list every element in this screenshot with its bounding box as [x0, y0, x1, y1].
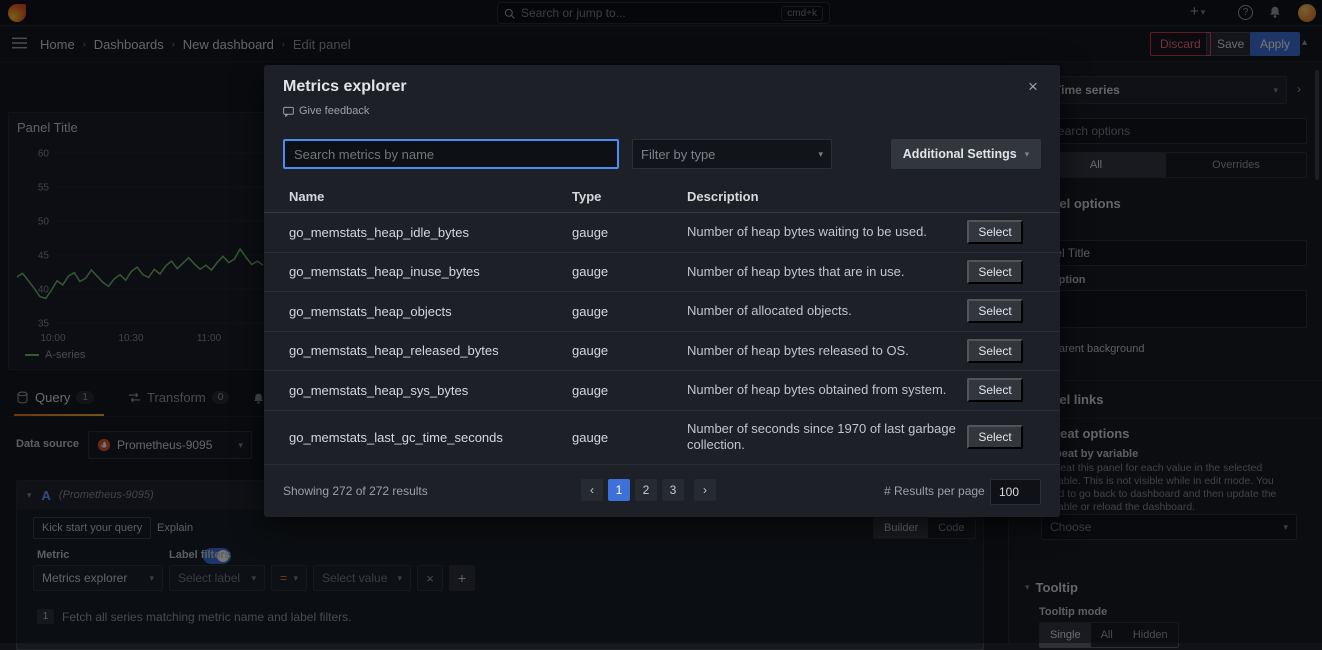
- comment-icon: [283, 106, 294, 117]
- metric-description: Number of heap bytes obtained from syste…: [687, 382, 957, 398]
- metric-type: gauge: [572, 343, 687, 358]
- metric-description: Number of seconds since 1970 of last gar…: [687, 421, 957, 453]
- table-row: go_memstats_heap_objects gauge Number of…: [264, 292, 1060, 332]
- metric-name: go_memstats_heap_released_bytes: [289, 343, 572, 358]
- page-button-1[interactable]: 1: [608, 479, 630, 501]
- select-metric-button[interactable]: Select: [967, 378, 1023, 402]
- results-per-page-label: # Results per page: [884, 484, 985, 498]
- chevron-down-icon: ▾: [812, 149, 823, 160]
- metric-type: gauge: [572, 264, 687, 279]
- table-row: go_memstats_heap_released_bytes gauge Nu…: [264, 332, 1060, 372]
- results-summary: Showing 272 of 272 results: [283, 484, 428, 498]
- metric-name: go_memstats_heap_sys_bytes: [289, 383, 572, 398]
- metrics-search-input[interactable]: [283, 139, 619, 169]
- table-row: go_memstats_heap_inuse_bytes gauge Numbe…: [264, 253, 1060, 293]
- metrics-table-header: Name Type Description: [264, 181, 1060, 213]
- metric-name: go_memstats_heap_inuse_bytes: [289, 264, 572, 279]
- type-filter-placeholder: Filter by type: [641, 147, 715, 162]
- metric-type: gauge: [572, 383, 687, 398]
- metrics-table-body: go_memstats_heap_idle_bytes gauge Number…: [264, 213, 1060, 465]
- table-row: go_memstats_heap_idle_bytes gauge Number…: [264, 213, 1060, 253]
- metric-name: go_memstats_last_gc_time_seconds: [289, 430, 572, 445]
- give-feedback-label: Give feedback: [299, 105, 369, 117]
- metric-description: Number of allocated objects.: [687, 303, 957, 319]
- select-metric-button[interactable]: Select: [967, 425, 1023, 449]
- metric-name: go_memstats_heap_objects: [289, 304, 572, 319]
- give-feedback-link[interactable]: Give feedback: [283, 105, 369, 117]
- close-icon[interactable]: ×: [1028, 77, 1038, 97]
- pagination: ‹ 1 2 3 ›: [581, 479, 721, 501]
- metric-type: gauge: [572, 430, 687, 445]
- select-metric-button[interactable]: Select: [967, 339, 1023, 363]
- next-page-button[interactable]: ›: [694, 479, 716, 501]
- metric-description: Number of heap bytes waiting to be used.: [687, 224, 957, 240]
- table-row: go_memstats_heap_sys_bytes gauge Number …: [264, 371, 1060, 411]
- additional-settings-button[interactable]: Additional Settings ▾: [891, 139, 1041, 169]
- metric-type: gauge: [572, 304, 687, 319]
- page-button-3[interactable]: 3: [662, 479, 684, 501]
- metric-description: Number of heap bytes released to OS.: [687, 343, 957, 359]
- metric-type: gauge: [572, 225, 687, 240]
- page-button-2[interactable]: 2: [635, 479, 657, 501]
- metrics-explorer-modal: Metrics explorer × Give feedback Filter …: [264, 65, 1060, 517]
- chevron-down-icon: ▾: [1025, 149, 1030, 160]
- additional-settings-label: Additional Settings: [903, 147, 1017, 161]
- column-type: Type: [572, 189, 687, 204]
- metric-name: go_memstats_heap_idle_bytes: [289, 225, 572, 240]
- type-filter-select[interactable]: Filter by type ▾: [632, 139, 832, 169]
- select-metric-button[interactable]: Select: [967, 260, 1023, 284]
- results-per-page-input[interactable]: [990, 479, 1041, 505]
- select-metric-button[interactable]: Select: [967, 220, 1023, 244]
- select-metric-button[interactable]: Select: [967, 299, 1023, 323]
- column-name: Name: [289, 189, 572, 204]
- table-row: go_memstats_last_gc_time_seconds gauge N…: [264, 411, 1060, 465]
- modal-title: Metrics explorer: [283, 78, 407, 96]
- metric-description: Number of heap bytes that are in use.: [687, 264, 957, 280]
- column-description: Description: [687, 189, 957, 205]
- previous-page-button[interactable]: ‹: [581, 479, 603, 501]
